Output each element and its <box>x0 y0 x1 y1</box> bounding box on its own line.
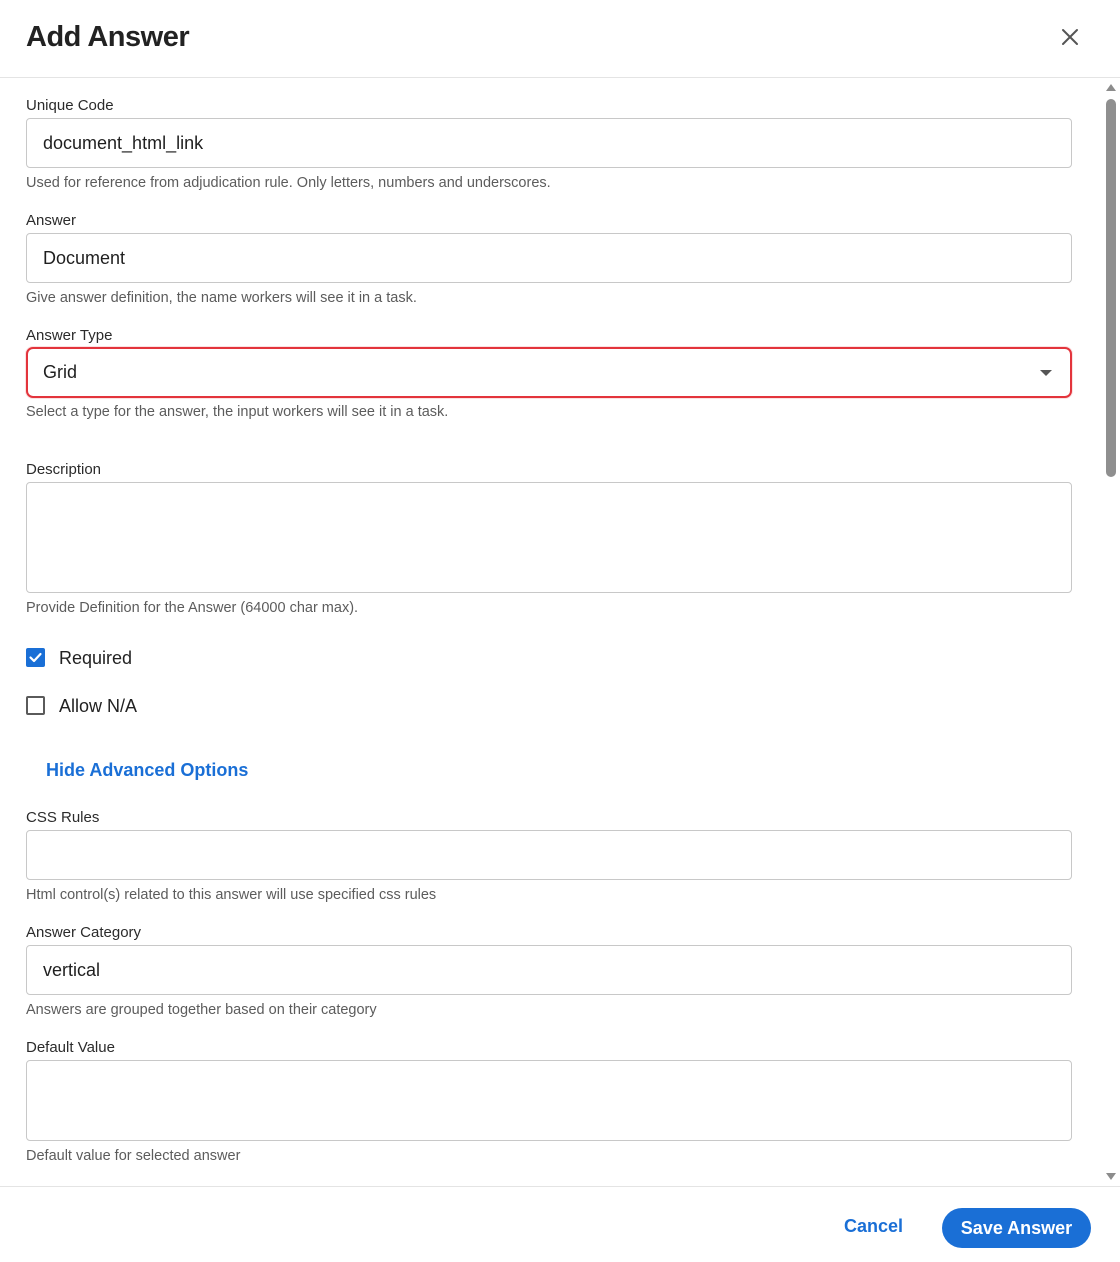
answer-value: Document <box>43 247 126 268</box>
answer-type-value: Grid <box>43 362 78 382</box>
chevron-down-icon[interactable] <box>1040 370 1052 376</box>
answer-type-help: Select a type for the answer, the input … <box>26 404 449 420</box>
answer-input[interactable]: Document <box>26 233 1072 283</box>
unique-code-value: document_html_link <box>43 132 204 153</box>
description-textarea[interactable] <box>26 482 1072 593</box>
default-value-label: Default Value <box>26 1039 115 1056</box>
answer-label: Answer <box>26 212 77 229</box>
required-checkbox[interactable] <box>26 648 45 667</box>
answer-type-select[interactable]: Grid <box>26 347 1072 398</box>
answer-help: Give answer definition, the name workers… <box>26 290 417 306</box>
answer-type-label: Answer Type <box>26 327 113 344</box>
dialog-body: Unique Code document_html_link Used for … <box>0 79 1102 1185</box>
dialog-footer: Cancel Save Answer <box>0 1186 1120 1262</box>
scroll-down-arrow-icon[interactable] <box>1106 1173 1116 1180</box>
scroll-up-arrow-icon[interactable] <box>1106 84 1116 91</box>
answer-category-value: vertical <box>43 959 101 980</box>
answer-category-input[interactable]: vertical <box>26 945 1072 995</box>
scrollbar-thumb[interactable] <box>1106 99 1116 477</box>
cancel-button[interactable]: Cancel <box>830 1206 917 1246</box>
unique-code-input[interactable]: document_html_link <box>26 118 1072 168</box>
description-label: Description <box>26 461 102 478</box>
css-rules-input[interactable] <box>26 830 1072 880</box>
save-answer-button[interactable]: Save Answer <box>942 1208 1091 1248</box>
css-rules-label: CSS Rules <box>26 809 100 826</box>
answer-category-help: Answers are grouped together based on th… <box>26 1002 377 1018</box>
description-help: Provide Definition for the Answer (64000… <box>26 600 359 616</box>
css-rules-help: Html control(s) related to this answer w… <box>26 887 437 903</box>
default-value-help: Default value for selected answer <box>26 1148 241 1164</box>
checkmark-icon <box>29 652 42 663</box>
allow-na-checkbox[interactable] <box>26 696 45 715</box>
dialog-title: Add Answer <box>26 21 190 53</box>
unique-code-label: Unique Code <box>26 97 114 114</box>
answer-category-label: Answer Category <box>26 924 142 941</box>
scrollbar[interactable] <box>1102 79 1120 1185</box>
default-value-textarea[interactable] <box>26 1060 1072 1141</box>
allow-na-label[interactable]: Allow N/A <box>59 696 137 717</box>
unique-code-help: Used for reference from adjudication rul… <box>26 175 551 191</box>
required-label[interactable]: Required <box>59 648 132 669</box>
dialog-header: Add Answer <box>0 0 1120 78</box>
close-icon[interactable] <box>1058 25 1082 49</box>
hide-advanced-options-link[interactable]: Hide Advanced Options <box>46 760 248 781</box>
